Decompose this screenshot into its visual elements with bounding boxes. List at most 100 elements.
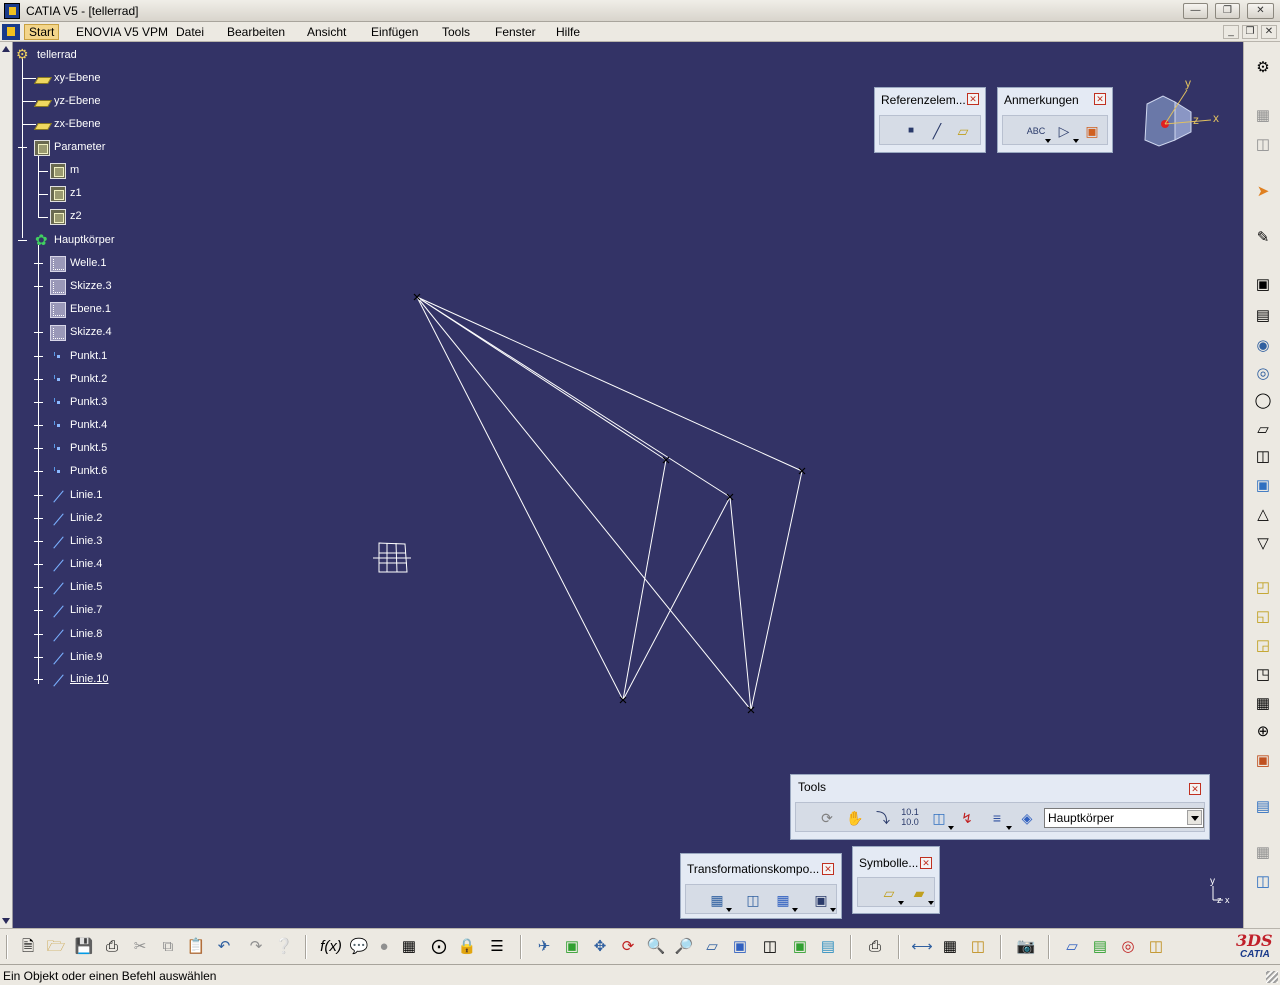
snap-icon[interactable]: ↯ bbox=[956, 807, 978, 829]
toolbar-symbolle[interactable]: Symbolle... ✕ ▱ ▰ bbox=[852, 846, 940, 914]
thickness-icon[interactable]: ▣ bbox=[1252, 750, 1274, 772]
menu-fenster[interactable]: Fenster bbox=[491, 24, 540, 40]
shaft-icon[interactable]: ◉ bbox=[1252, 335, 1274, 357]
tree-item-punkt-1[interactable]: Punkt.1 bbox=[13, 348, 163, 366]
expand-toggle-icon[interactable] bbox=[34, 328, 43, 337]
units-icon[interactable]: 10.1 10.0 bbox=[899, 807, 921, 829]
eraser-icon[interactable]: ◈ bbox=[1016, 807, 1038, 829]
surface-icon[interactable]: ▤ bbox=[1252, 796, 1274, 818]
graph-icon[interactable]: ⨀ bbox=[428, 936, 450, 958]
collapse-toggle-icon[interactable] bbox=[18, 143, 27, 152]
expand-toggle-icon[interactable] bbox=[34, 398, 43, 407]
tree-item-linie-8[interactable]: Linie.8 bbox=[13, 626, 163, 644]
cut-icon[interactable]: ✂ bbox=[129, 936, 151, 958]
catalog-icon[interactable]: ◫ bbox=[928, 807, 954, 830]
select-icon[interactable]: ➤ bbox=[1252, 181, 1274, 203]
workbench-3-icon[interactable]: ◎ bbox=[1117, 936, 1139, 958]
expand-toggle-icon[interactable] bbox=[34, 630, 43, 639]
table-icon[interactable]: ▦ bbox=[398, 936, 420, 958]
tree-item-skizze-4[interactable]: Skizze.4 bbox=[13, 324, 163, 342]
toolbar-close-icon[interactable]: ✕ bbox=[822, 863, 834, 875]
measure-icon[interactable]: ⟷ bbox=[911, 936, 933, 958]
tree-item-param-m[interactable]: m bbox=[13, 162, 163, 180]
measure-item-icon[interactable]: ▰ bbox=[908, 882, 934, 905]
remove-loft-icon[interactable]: ▽ bbox=[1252, 533, 1274, 555]
tree-item-linie-9[interactable]: Linie.9 bbox=[13, 649, 163, 667]
boolean-icon[interactable]: ▦ bbox=[1252, 842, 1274, 864]
expand-toggle-icon[interactable] bbox=[34, 653, 43, 662]
tree-item-punkt-5[interactable]: Punkt.5 bbox=[13, 440, 163, 458]
properties-icon[interactable]: ☰ bbox=[486, 936, 508, 958]
tree-item-yz-plane[interactable]: yz-Ebene bbox=[13, 93, 163, 111]
pocket-icon[interactable]: ▤ bbox=[1252, 305, 1274, 327]
shading-icon[interactable]: ◫ bbox=[759, 936, 781, 958]
toolbar-tools[interactable]: Tools ✕ ⟳ ✋ ⤵ 10.1 10.0 ◫ ↯ ≡ ◈ Hauptkörp… bbox=[790, 774, 1210, 840]
close-button[interactable]: ✕ bbox=[1247, 3, 1274, 19]
menu-enovia[interactable]: ENOVIA V5 VPM bbox=[72, 24, 172, 40]
plane-icon[interactable]: ▱ bbox=[952, 120, 974, 142]
tree-item-skizze-3[interactable]: Skizze.3 bbox=[13, 278, 163, 296]
current-body-select[interactable]: Hauptkörper bbox=[1044, 808, 1204, 828]
stiffener-icon[interactable]: ▣ bbox=[1252, 475, 1274, 497]
tree-item-linie-3[interactable]: Linie.3 bbox=[13, 533, 163, 551]
workbench-4-icon[interactable]: ◫ bbox=[1145, 936, 1167, 958]
menu-datei[interactable]: Datei bbox=[172, 24, 208, 40]
undo-icon[interactable]: ↶ bbox=[213, 936, 235, 958]
tree-item-punkt-3[interactable]: Punkt.3 bbox=[13, 394, 163, 412]
tree-item-punkt-4[interactable]: Punkt.4 bbox=[13, 417, 163, 435]
doc-restore-button[interactable]: ❐ bbox=[1242, 25, 1258, 39]
toolbar-close-icon[interactable]: ✕ bbox=[1094, 93, 1106, 105]
new-icon[interactable]: 🗎 bbox=[17, 936, 39, 958]
toolbar-close-icon[interactable]: ✕ bbox=[1189, 783, 1201, 795]
tree-item-linie-7[interactable]: Linie.7 bbox=[13, 602, 163, 620]
text-with-leader-icon[interactable]: ABC bbox=[1025, 120, 1051, 143]
menu-ansicht[interactable]: Ansicht bbox=[303, 24, 350, 40]
analysis-icon[interactable]: ▦ bbox=[939, 936, 961, 958]
formula-icon[interactable]: f(x) bbox=[320, 936, 342, 958]
tree-item-linie-4[interactable]: Linie.4 bbox=[13, 556, 163, 574]
options-icon[interactable]: ⚙ bbox=[1252, 57, 1274, 79]
tree-item-linie-2[interactable]: Linie.2 bbox=[13, 510, 163, 528]
expand-toggle-icon[interactable] bbox=[34, 259, 43, 268]
fit-all-icon[interactable]: ▣ bbox=[561, 936, 583, 958]
tree-item-punkt-6[interactable]: Punkt.6 bbox=[13, 463, 163, 481]
menu-tools[interactable]: Tools bbox=[438, 24, 474, 40]
hand-icon[interactable]: ✋ bbox=[844, 807, 866, 829]
toolbar-anmerkungen[interactable]: Anmerkungen ✕ ABC ▷ ▣ bbox=[997, 87, 1113, 153]
expand-toggle-icon[interactable] bbox=[34, 537, 43, 546]
tree-item-zx-plane[interactable]: zx-Ebene bbox=[13, 116, 163, 134]
expand-toggle-icon[interactable] bbox=[34, 491, 43, 500]
annotation-3d-icon[interactable]: ▣ bbox=[1081, 120, 1103, 142]
expand-toggle-icon[interactable] bbox=[34, 560, 43, 569]
list-icon[interactable]: ≡ bbox=[986, 807, 1012, 830]
expand-toggle-icon[interactable] bbox=[34, 352, 43, 361]
resize-grip-icon[interactable] bbox=[1266, 971, 1278, 983]
toolbar-transformation[interactable]: Transformationskompo... ✕ ▦ ◫ ▦ ▣ bbox=[680, 853, 842, 919]
lock-icon[interactable]: 🔒 bbox=[456, 936, 478, 958]
bottle-icon[interactable]: ◫ bbox=[967, 936, 989, 958]
shell-icon[interactable]: ◳ bbox=[1252, 664, 1274, 686]
hide-show-icon[interactable]: ▣ bbox=[789, 936, 811, 958]
tree-item-welle-1[interactable]: Welle.1 bbox=[13, 255, 163, 273]
zoom-in-icon[interactable]: 🔍 bbox=[645, 936, 667, 958]
draft-icon[interactable]: ◲ bbox=[1252, 635, 1274, 657]
split-icon[interactable]: ⊕ bbox=[1252, 721, 1274, 743]
menu-bearbeiten[interactable]: Bearbeiten bbox=[223, 24, 289, 40]
copy-icon[interactable]: ⧉ bbox=[157, 936, 179, 958]
expand-toggle-icon[interactable] bbox=[34, 421, 43, 430]
minimize-button[interactable]: — bbox=[1183, 3, 1208, 19]
toolbar-close-icon[interactable]: ✕ bbox=[967, 93, 979, 105]
redo-icon[interactable]: ↷ bbox=[245, 936, 267, 958]
pan-icon[interactable]: ✥ bbox=[589, 936, 611, 958]
tree-item-param-z2[interactable]: z2 bbox=[13, 208, 163, 226]
maximize-button[interactable]: ❐ bbox=[1215, 3, 1240, 19]
open-icon[interactable]: 🗁 bbox=[45, 936, 67, 958]
print-icon[interactable]: ⎙ bbox=[101, 936, 123, 958]
catia-app-icon[interactable] bbox=[4, 3, 20, 19]
capture-icon[interactable]: 📷 bbox=[1015, 936, 1037, 958]
save-icon[interactable]: 💾 bbox=[73, 936, 95, 958]
document-system-icon[interactable] bbox=[2, 24, 20, 40]
tree-item-punkt-2[interactable]: Punkt.2 bbox=[13, 371, 163, 389]
point-icon[interactable]: ■ bbox=[900, 120, 922, 142]
tree-item-ebene-1[interactable]: Ebene.1 bbox=[13, 301, 163, 319]
